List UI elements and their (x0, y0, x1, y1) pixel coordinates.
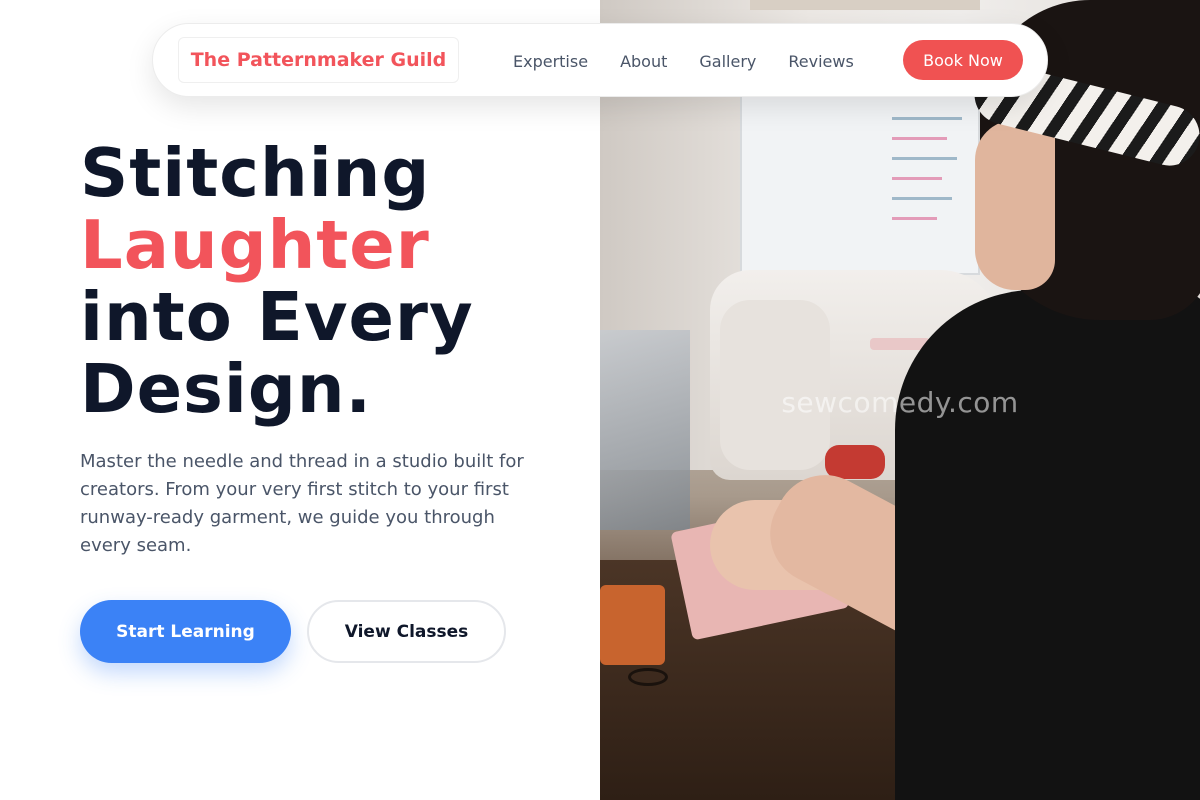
book-now-button[interactable]: Book Now (903, 40, 1023, 80)
nav-links: Expertise About Gallery Reviews (513, 24, 886, 98)
hero-title: Stitching Laughter into Every Design. (80, 137, 600, 425)
photo-shelf (750, 0, 980, 10)
hero-title-accent: Laughter (80, 206, 430, 284)
hero-photo: sewcomedy.com (600, 0, 1200, 800)
hero-description: Master the needle and thread in a studio… (80, 451, 524, 556)
landing-page: sewcomedy.com The Patternmaker Guild Exp… (0, 0, 1200, 800)
photo-red-spool (825, 445, 885, 479)
hero-title-line-3: into Every (80, 278, 474, 356)
photo-sewing-machine-head (720, 300, 830, 470)
photo-face (975, 120, 1055, 290)
hero-title-line-1: Stitching (80, 134, 431, 212)
photo-orange-cloth (600, 585, 665, 665)
photo-person-body (895, 290, 1200, 800)
photo-plastic-bag (600, 330, 690, 530)
photo-hair-tie (628, 668, 668, 686)
brand-logo[interactable]: The Patternmaker Guild (178, 37, 459, 83)
navigation-bar: The Patternmaker Guild Expertise About G… (152, 23, 1048, 97)
view-classes-button[interactable]: View Classes (307, 600, 506, 663)
start-learning-button[interactable]: Start Learning (80, 600, 291, 663)
hero-title-line-4: Design. (80, 350, 373, 428)
nav-link-expertise[interactable]: Expertise (513, 52, 588, 71)
nav-link-reviews[interactable]: Reviews (788, 52, 853, 71)
photo-watermark: sewcomedy.com (781, 386, 1019, 419)
nav-link-about[interactable]: About (620, 52, 667, 71)
nav-link-gallery[interactable]: Gallery (699, 52, 756, 71)
photo-pattern-board (740, 95, 980, 275)
